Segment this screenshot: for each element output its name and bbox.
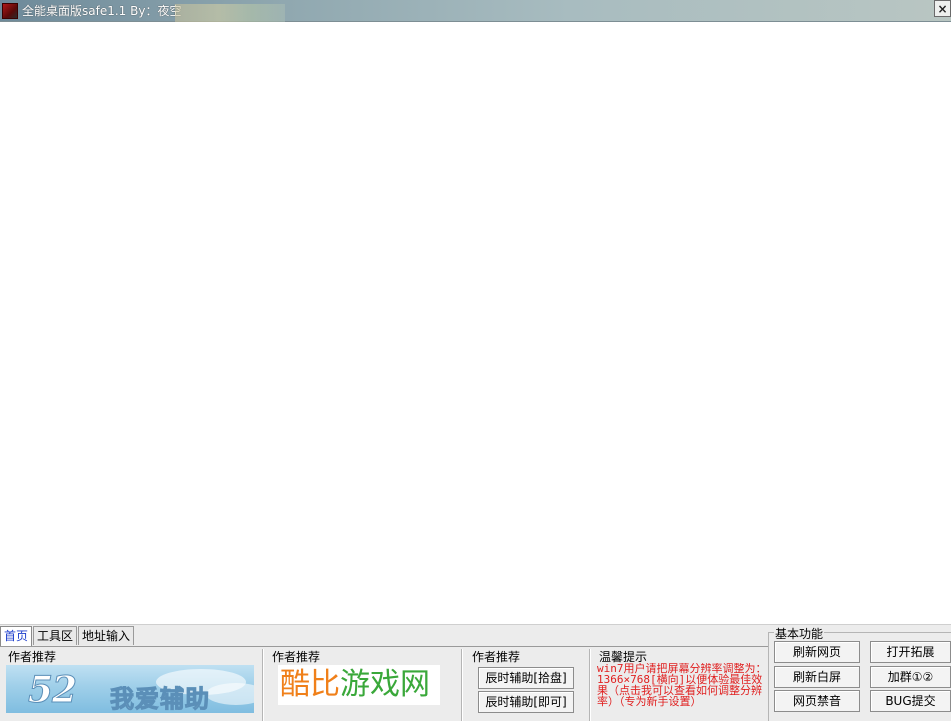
tab-bar: 首页 工具区 地址输入 <box>0 626 135 646</box>
title-bar: 全能桌面版safe1.1 By：夜空 × <box>0 0 951 22</box>
cloud-decoration <box>206 683 254 705</box>
basic-functions-panel: 基本功能 刷新网页 打开拓展 刷新白屏 加群①② 网页禁音 BUG提交 <box>768 625 951 721</box>
author-recommend-group-3: 作者推荐 辰时辅助[拾盘] 辰时辅助[即可] <box>464 647 589 721</box>
web-content-area[interactable] <box>0 22 951 624</box>
bug-submit-button[interactable]: BUG提交 <box>870 690 951 712</box>
close-button[interactable]: × <box>934 0 951 17</box>
banner-text: 我爱辅助 <box>110 685 210 714</box>
assist-pickup-button[interactable]: 辰时辅助[拾盘] <box>478 667 574 689</box>
bottom-panel: 首页 工具区 地址输入 作者推荐 52 我爱辅助 作者推荐 酷比游戏网 作者推荐… <box>0 624 951 721</box>
divider <box>461 649 463 721</box>
refresh-white-screen-button[interactable]: 刷新白屏 <box>774 666 860 688</box>
join-group-button[interactable]: 加群①② <box>870 666 951 688</box>
banner-number: 52 <box>27 669 77 712</box>
app-icon <box>2 2 18 19</box>
title-decoration <box>175 4 285 22</box>
resolution-tip-link[interactable]: win7用户请把屏幕分辨率调整为：1366×768[横向]以便体验最佳效果（点击… <box>597 663 769 721</box>
open-extension-button[interactable]: 打开拓展 <box>870 641 951 663</box>
tips-group: 温馨提示 win7用户请把屏幕分辨率调整为：1366×768[横向]以便体验最佳… <box>591 647 768 721</box>
assist-instant-button[interactable]: 辰时辅助[即可] <box>478 691 574 713</box>
banner-kubi-part1: 酷比 <box>280 667 340 702</box>
tab-address-input[interactable]: 地址输入 <box>78 626 135 645</box>
banner-kubi-game[interactable]: 酷比游戏网 <box>278 665 440 705</box>
group-label: 作者推荐 <box>472 650 521 664</box>
tab-tools[interactable]: 工具区 <box>33 626 78 645</box>
refresh-page-button[interactable]: 刷新网页 <box>774 641 860 663</box>
group-label: 作者推荐 <box>272 650 321 664</box>
basic-functions-legend: 基本功能 <box>774 625 825 642</box>
tab-home[interactable]: 首页 <box>0 626 33 646</box>
banner-52-woaifuzhu[interactable]: 52 我爱辅助 <box>6 665 254 713</box>
home-tab-panel: 作者推荐 52 我爱辅助 作者推荐 酷比游戏网 作者推荐 辰时辅助[拾盘] 辰时… <box>0 646 768 721</box>
group-label: 作者推荐 <box>8 650 57 664</box>
mute-page-button[interactable]: 网页禁音 <box>774 690 860 712</box>
window-title: 全能桌面版safe1.1 By：夜空 <box>22 4 182 18</box>
author-recommend-group-1: 作者推荐 52 我爱辅助 <box>0 647 262 721</box>
banner-kubi-part2: 游戏网 <box>340 667 430 702</box>
